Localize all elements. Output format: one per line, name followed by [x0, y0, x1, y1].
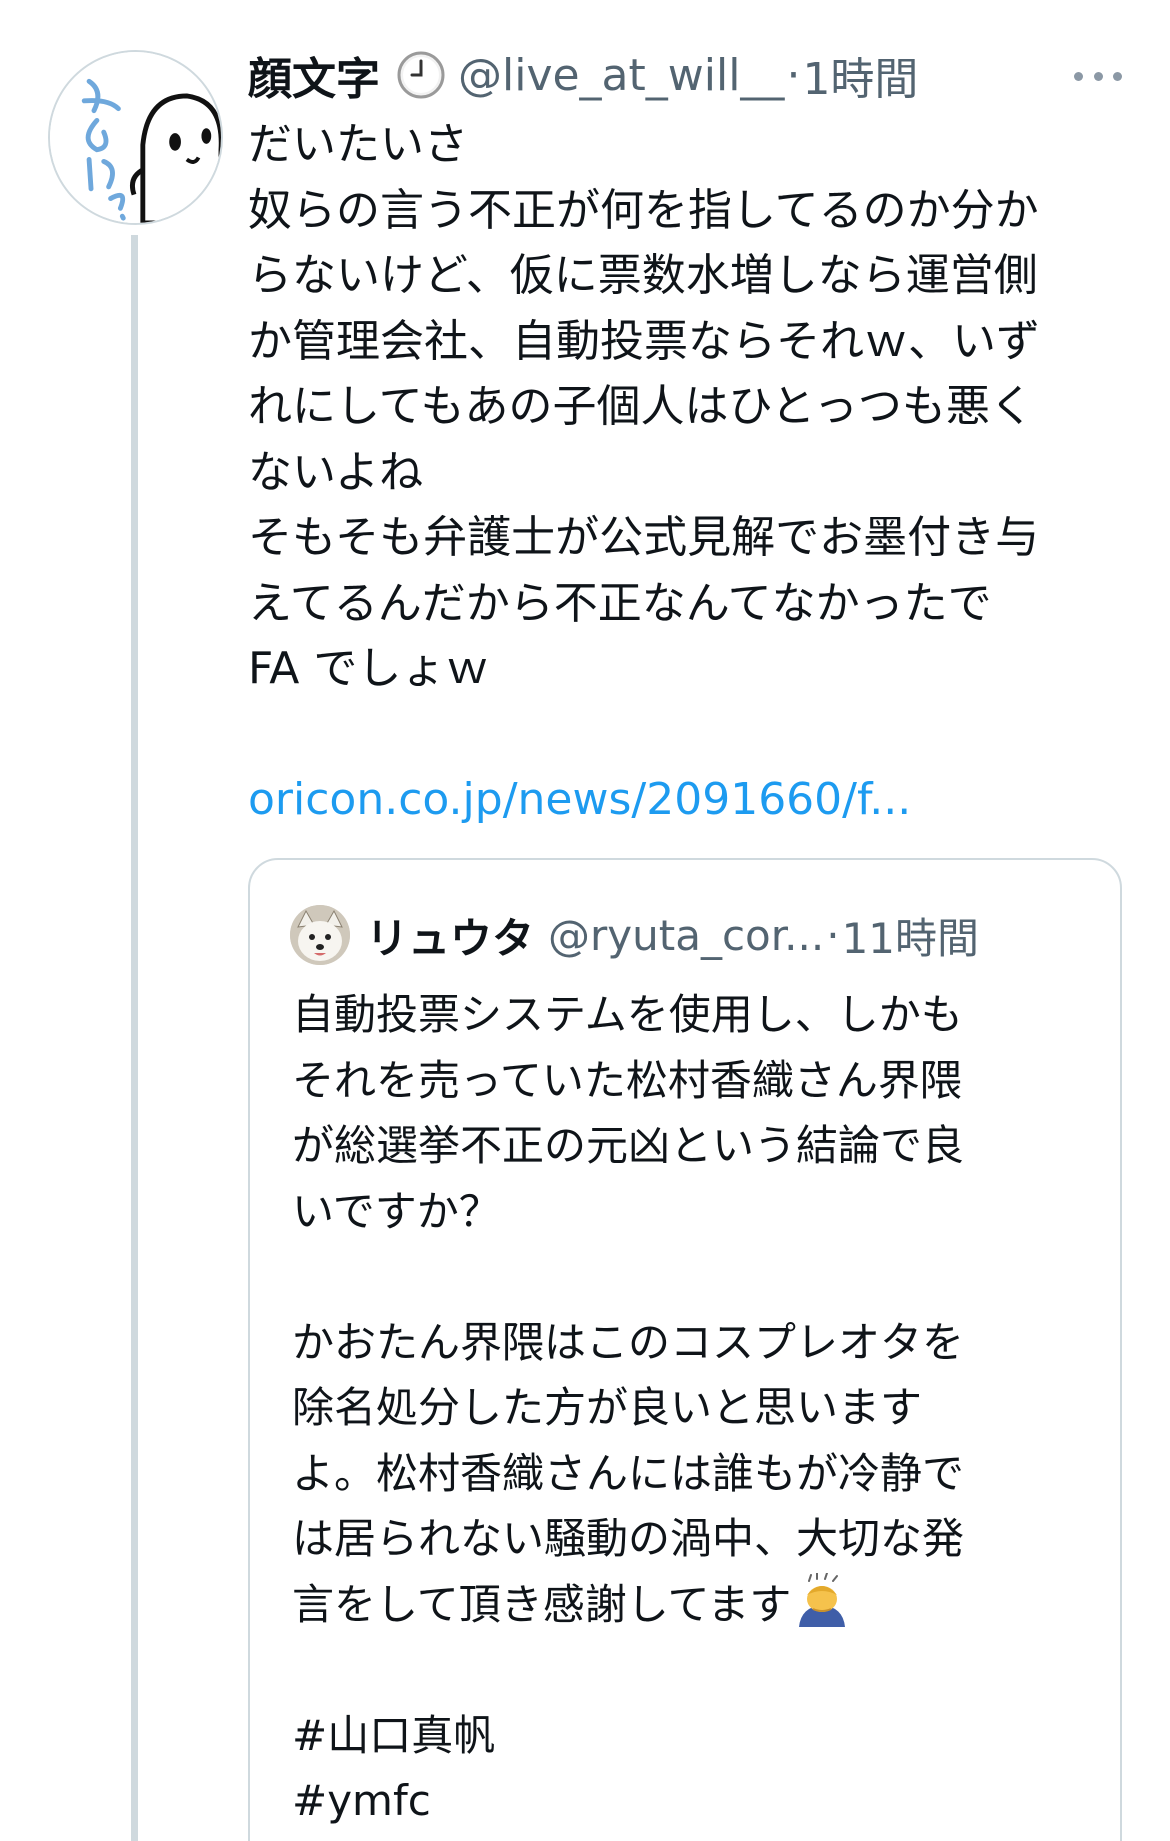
user-avatar[interactable]: [48, 50, 223, 225]
thread-line: [131, 235, 138, 1841]
tweet[interactable]: 顔文字 @live_at_will__ · 1時間 だいたいさ 奴らの言う不正が…: [0, 0, 1170, 1841]
quoted-text-line: いですか？: [292, 1186, 501, 1236]
tweet-text-line: FA でしょｗ: [248, 643, 490, 694]
quoted-text-line: が総選挙不正の元凶という結論で良: [292, 1121, 965, 1170]
separator-dot: ·: [826, 910, 840, 960]
quoted-tweet-header: リュウタ @ryuta_cor... · 11時間: [290, 904, 1090, 966]
clock-icon: [397, 51, 445, 99]
hashtag: #ymfc: [292, 1776, 431, 1825]
more-icon[interactable]: [1068, 56, 1128, 96]
tweet-text-line: ないよね: [248, 446, 424, 498]
tweet-timestamp[interactable]: 1時間: [802, 43, 918, 107]
quoted-text-line: よ。松村香織さんには誰もが冷静で: [292, 1448, 965, 1498]
quoted-display-name: リュウタ: [366, 913, 535, 963]
quoted-text-line: 自動投票システムを使用し、しかも: [292, 990, 963, 1039]
tweet-text-line: れにしてもあの子個人はひとっつも悪く: [248, 381, 1034, 432]
quoted-text-line: それを売っていた松村香織さん界隈: [292, 1055, 962, 1105]
tweet-text-line: そもそも弁護士が公式見解でお墨付き与: [248, 512, 1040, 563]
display-name[interactable]: 顔文字: [248, 43, 380, 107]
quoted-text-line: は居られない騒動の渦中、大切な発: [292, 1514, 965, 1563]
quoted-timestamp: 11時間: [841, 913, 980, 963]
quoted-text-line: かおたん界隈はこのコスプレオタを: [292, 1317, 965, 1367]
hashtag: #山口真帆: [292, 1710, 496, 1760]
quoted-text-line: 言をして頂き感謝してます: [292, 1579, 792, 1629]
quoted-tweet-text: 自動投票システムを使用し、しかも それを売っていた松村香織さん界隈 が総選挙不正…: [292, 982, 1092, 1834]
quoted-text-line: 除名処分した方が良いと思います: [292, 1383, 923, 1432]
tweet-text: だいたいさ 奴らの言う不正が何を指してるのか分か らないけど、仮に票数水増しなら…: [248, 112, 1128, 833]
dog-avatar-icon: [290, 905, 350, 965]
user-handle[interactable]: @live_at_will__: [458, 50, 784, 101]
tweet-text-line: らないけど、仮に票数水増しなら運営側: [248, 250, 1038, 301]
quoted-text-line-with-emoji: 言をして頂き感謝してます: [292, 1572, 1092, 1638]
person-bowing-emoji-icon: [795, 1572, 849, 1627]
tweet-header: 顔文字 @live_at_will__ · 1時間: [248, 42, 1128, 108]
tweet-text-line: 奴らの言う不正が何を指してるのか分か: [248, 184, 1039, 236]
quoted-tweet-card[interactable]: リュウタ @ryuta_cor... · 11時間 自動投票システムを使用し、し…: [248, 858, 1122, 1841]
avatar-nani-ghost-icon: [50, 52, 221, 223]
tweet-text-line: か管理会社、自動投票ならそれｗ、いず: [248, 315, 1040, 367]
tweet-text-line: だいたいさ: [248, 119, 468, 170]
separator-dot: ·: [786, 49, 801, 101]
external-link[interactable]: oricon.co.jp/news/2091660/f...: [248, 774, 911, 825]
quoted-user-handle: @ryuta_cor...: [548, 910, 825, 960]
tweet-text-line: えてるんだから不正なんてなかったで: [248, 577, 992, 629]
quoted-user-avatar: [290, 905, 350, 965]
